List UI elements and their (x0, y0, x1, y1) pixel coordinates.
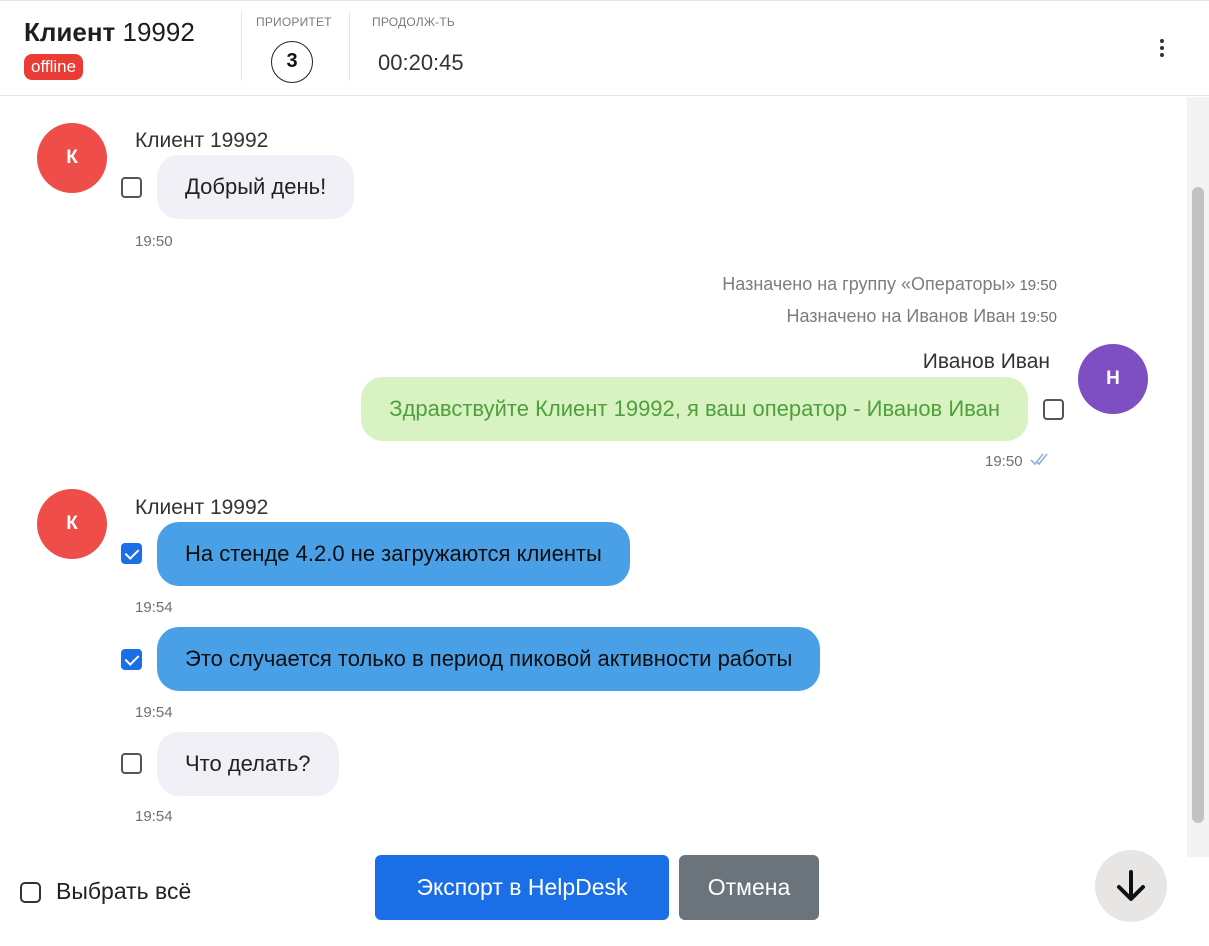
system-message: Назначено на группу «Операторы» 19:50 (722, 274, 1057, 295)
select-all-label[interactable]: Выбрать всё (56, 878, 191, 905)
chat-header: Клиент 19992 offline ПРИОРИТЕТ 3 ПРОДОЛЖ… (0, 0, 1209, 96)
priority-label: ПРИОРИТЕТ (256, 15, 332, 29)
system-message-text: Назначено на группу «Операторы» (722, 274, 1016, 294)
select-all-checkbox[interactable] (20, 882, 41, 903)
message-select-checkbox[interactable] (121, 753, 142, 774)
message-sender: Клиент 19992 (135, 496, 269, 519)
message-time: 19:50 (985, 453, 1023, 470)
message-bubble: Добрый день! (157, 155, 355, 219)
message-time: 19:50 (135, 233, 173, 250)
avatar: К (37, 123, 107, 193)
message-sender: Клиент 19992 (135, 129, 269, 152)
double-check-icon (1030, 453, 1048, 466)
duration-value: 00:20:45 (378, 50, 464, 75)
message-select-checkbox[interactable] (121, 177, 142, 198)
message-bubble: На стенде 4.2.0 не загружаются клиенты (157, 522, 630, 586)
message-sender: Иванов Иван (922, 350, 1050, 373)
arrow-down-icon (1117, 870, 1145, 901)
system-message-text: Назначено на Иванов Иван (786, 306, 1016, 326)
message-select-checkbox[interactable] (1043, 399, 1064, 420)
more-vertical-icon[interactable] (1150, 37, 1174, 61)
scroll-down-button[interactable] (1095, 850, 1167, 922)
status-badge: offline (24, 54, 84, 80)
header-divider (349, 11, 350, 81)
system-message: Назначено на Иванов Иван 19:50 (786, 306, 1057, 327)
message-time: 19:54 (135, 599, 173, 616)
client-title-number: 19992 (122, 17, 195, 47)
client-title: Клиент 19992 (24, 17, 195, 48)
system-message-time: 19:50 (1019, 277, 1057, 294)
system-message-time: 19:50 (1019, 309, 1057, 326)
avatar: К (37, 489, 107, 559)
message-time: 19:54 (135, 704, 173, 721)
export-helpdesk-button[interactable]: Экспорт в HelpDesk (375, 855, 669, 920)
message-bubble: Здравствуйте Клиент 19992, я ваш операто… (361, 377, 1028, 441)
priority-value[interactable]: 3 (271, 41, 313, 83)
header-divider (241, 11, 242, 81)
message-time: 19:54 (135, 808, 173, 825)
message-select-checkbox[interactable] (121, 649, 142, 670)
duration-label: ПРОДОЛЖ-ТЬ (372, 15, 455, 29)
client-title-name: Клиент (24, 17, 116, 47)
scrollbar-thumb[interactable] (1192, 187, 1204, 823)
message-bubble: Что делать? (157, 732, 339, 796)
cancel-button[interactable]: Отмена (679, 855, 819, 920)
avatar: Н (1078, 344, 1148, 414)
message-bubble: Это случается только в период пиковой ак… (157, 627, 821, 691)
message-select-checkbox[interactable] (121, 543, 142, 564)
